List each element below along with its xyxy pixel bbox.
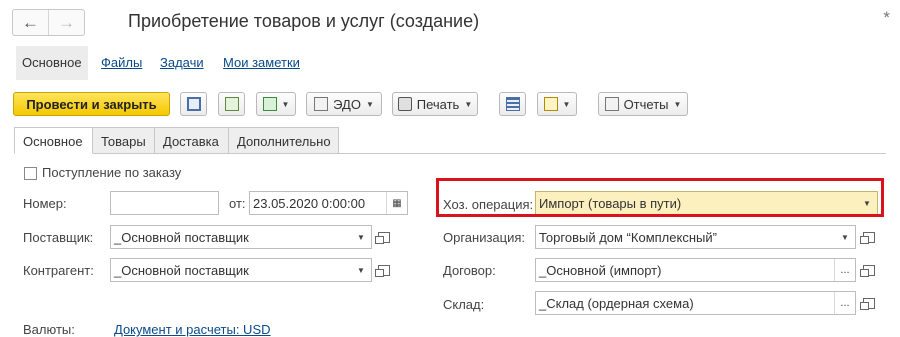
contract-label: Договор:: [443, 263, 496, 278]
organization-field[interactable]: Торговый дом “Комплексный” ▼: [535, 225, 856, 249]
by-order-label: Поступление по заказу: [42, 165, 182, 180]
date-value: 23.05.2020 0:00:00: [253, 195, 366, 211]
calendar-icon[interactable]: ▦: [386, 192, 407, 214]
back-button[interactable]: ←: [13, 10, 48, 35]
open-contract-button[interactable]: [860, 259, 878, 281]
reports-label: Отчеты: [623, 96, 669, 112]
register-records-button[interactable]: [499, 92, 526, 116]
open-window-icon: [860, 264, 875, 277]
supplier-field[interactable]: _Основной поставщик ▼: [110, 225, 372, 249]
section-main[interactable]: Основное: [16, 46, 88, 80]
printer-icon: [397, 97, 412, 111]
tab-additional[interactable]: Дополнительно: [228, 127, 339, 154]
forward-button[interactable]: →: [48, 10, 84, 35]
chevron-down-icon: ▼: [281, 99, 290, 109]
arrow-left-icon: ←: [22, 13, 39, 32]
counterparty-value: _Основной поставщик: [114, 262, 249, 278]
warehouse-field[interactable]: _Склад (ордерная схема) ...: [535, 291, 856, 315]
highlight-annotation: [436, 178, 884, 217]
window-title: Приобретение товаров и услуг (создание): [128, 11, 480, 31]
date-field[interactable]: 23.05.2020 0:00:00 ▦: [249, 191, 408, 215]
navigation-buttons: ← →: [12, 9, 85, 36]
section-notes[interactable]: Мои заметки: [217, 46, 306, 80]
create-based-icon: [262, 97, 277, 111]
post-document-icon: [224, 97, 239, 111]
print-button[interactable]: Печать ▼: [392, 92, 478, 116]
chevron-down-icon: ▼: [464, 99, 473, 109]
post-and-close-button[interactable]: Провести и закрыть: [13, 92, 170, 116]
select-button[interactable]: ...: [834, 292, 855, 314]
arrow-right-icon: →: [58, 13, 75, 32]
chevron-down-icon[interactable]: ▼: [351, 259, 371, 281]
reports-button[interactable]: Отчеты ▼: [598, 92, 688, 116]
related-documents-button[interactable]: ▼: [537, 92, 577, 116]
floppy-disk-icon: [186, 97, 201, 111]
documents-icon: [543, 97, 558, 111]
reports-icon: [604, 97, 619, 111]
select-button[interactable]: ...: [834, 259, 855, 281]
open-window-icon: [375, 231, 390, 244]
chevron-down-icon: ▼: [562, 99, 571, 109]
by-order-checkbox[interactable]: [24, 167, 37, 180]
currency-link[interactable]: Документ и расчеты: USD: [114, 322, 271, 337]
modified-mark: *: [883, 8, 890, 27]
counterparty-label: Контрагент:: [23, 263, 94, 278]
supplier-value: _Основной поставщик: [114, 229, 249, 245]
chevron-down-icon: ▼: [673, 99, 682, 109]
number-label: Номер:: [23, 196, 67, 211]
chevron-down-icon[interactable]: ▼: [351, 226, 371, 248]
open-organization-button[interactable]: [860, 226, 878, 248]
section-files[interactable]: Файлы: [95, 46, 148, 80]
edo-button[interactable]: ЭДО ▼: [306, 92, 382, 116]
currency-label: Валюты:: [23, 322, 75, 337]
organization-label: Организация:: [443, 230, 526, 245]
counterparty-field[interactable]: _Основной поставщик ▼: [110, 258, 372, 282]
tab-delivery[interactable]: Доставка: [154, 127, 229, 154]
supplier-label: Поставщик:: [23, 230, 94, 245]
date-from-label: от:: [229, 196, 246, 211]
register-icon: [505, 97, 520, 111]
chevron-down-icon[interactable]: ▼: [835, 226, 855, 248]
contract-value: _Основной (импорт): [539, 262, 662, 278]
tab-main[interactable]: Основное: [14, 127, 93, 154]
open-window-icon: [860, 231, 875, 244]
open-supplier-button[interactable]: [375, 226, 393, 248]
section-tasks[interactable]: Задачи: [154, 46, 210, 80]
tab-goods[interactable]: Товары: [92, 127, 155, 154]
warehouse-label: Склад:: [443, 297, 485, 312]
open-counterparty-button[interactable]: [375, 259, 393, 281]
post-button[interactable]: [218, 92, 245, 116]
edo-icon: [314, 97, 329, 111]
open-window-icon: [860, 297, 875, 310]
open-window-icon: [375, 264, 390, 277]
warehouse-value: _Склад (ордерная схема): [539, 295, 694, 311]
number-field[interactable]: [110, 191, 219, 215]
create-based-on-button[interactable]: ▼: [256, 92, 296, 116]
chevron-down-icon: ▼: [365, 99, 374, 109]
edo-label: ЭДО: [333, 96, 361, 112]
open-warehouse-button[interactable]: [860, 292, 878, 314]
organization-value: Торговый дом “Комплексный”: [539, 229, 717, 245]
print-label: Печать: [416, 96, 460, 112]
contract-field[interactable]: _Основной (импорт) ...: [535, 258, 856, 282]
save-button[interactable]: [180, 92, 207, 116]
